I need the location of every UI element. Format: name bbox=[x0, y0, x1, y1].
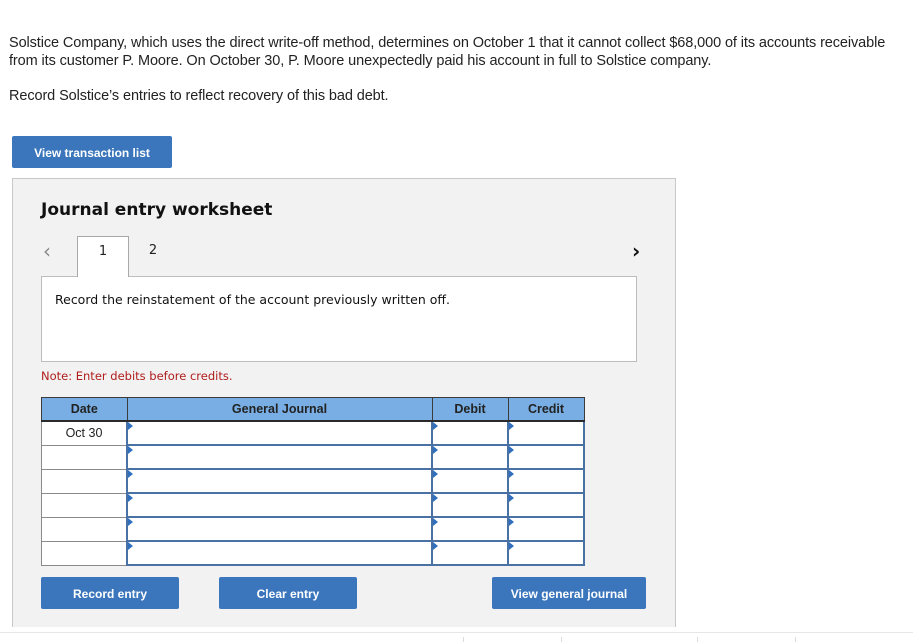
credit-field-cell bbox=[507, 540, 585, 566]
account-field-cell bbox=[126, 444, 433, 470]
account-field-cell bbox=[126, 420, 433, 446]
account-field[interactable] bbox=[128, 447, 431, 467]
row-date bbox=[41, 444, 128, 470]
credit-field-cell bbox=[507, 492, 585, 518]
footer-divider-tick bbox=[463, 637, 464, 642]
dropdown-marker-icon bbox=[433, 542, 438, 550]
view-general-journal-button[interactable]: View general journal bbox=[492, 577, 646, 609]
row-date bbox=[41, 492, 128, 518]
debit-field-cell bbox=[431, 444, 509, 470]
credit-field-cell bbox=[507, 516, 585, 542]
dropdown-marker-icon bbox=[433, 494, 438, 502]
dropdown-marker-icon bbox=[433, 422, 438, 430]
credit-field-cell bbox=[507, 468, 585, 494]
debit-field[interactable] bbox=[433, 543, 507, 563]
clear-entry-button[interactable]: Clear entry bbox=[219, 577, 357, 609]
journal-table: Date General Journal Debit Credit Oct 30 bbox=[41, 397, 585, 566]
header-general-journal: General Journal bbox=[126, 397, 433, 422]
dropdown-marker-icon bbox=[128, 542, 133, 550]
footer-divider-tick bbox=[561, 637, 562, 642]
account-field-cell bbox=[126, 540, 433, 566]
footer-divider-tick bbox=[795, 637, 796, 642]
credit-field[interactable] bbox=[509, 519, 583, 539]
dropdown-marker-icon bbox=[128, 446, 133, 454]
entry-instruction-text: Record the reinstatement of the account … bbox=[55, 292, 450, 307]
chevron-left-icon[interactable]: ‹ bbox=[43, 239, 51, 263]
dropdown-marker-icon bbox=[433, 446, 438, 454]
header-debit: Debit bbox=[431, 397, 509, 422]
credit-field[interactable] bbox=[509, 447, 583, 467]
debit-field[interactable] bbox=[433, 447, 507, 467]
dropdown-marker-icon bbox=[509, 470, 514, 478]
dropdown-marker-icon bbox=[509, 446, 514, 454]
dropdown-marker-icon bbox=[509, 518, 514, 526]
debit-field[interactable] bbox=[433, 519, 507, 539]
dropdown-marker-icon bbox=[128, 494, 133, 502]
credit-field-cell bbox=[507, 420, 585, 446]
record-entry-button[interactable]: Record entry bbox=[41, 577, 179, 609]
problem-text: Solstice Company, which uses the direct … bbox=[9, 35, 886, 69]
view-transaction-list-button[interactable]: View transaction list bbox=[12, 136, 172, 168]
tab-entry-2[interactable]: 2 bbox=[128, 236, 178, 276]
credit-field[interactable] bbox=[509, 543, 583, 563]
header-date: Date bbox=[41, 397, 128, 422]
problem-instruction: Record Solstice’s entries to reflect rec… bbox=[9, 88, 389, 104]
row-date bbox=[41, 468, 128, 494]
credit-field-cell bbox=[507, 444, 585, 470]
credit-field[interactable] bbox=[509, 471, 583, 491]
row-date: Oct 30 bbox=[41, 420, 128, 446]
dropdown-marker-icon bbox=[433, 518, 438, 526]
debit-field-cell bbox=[431, 516, 509, 542]
account-field[interactable] bbox=[128, 495, 431, 515]
debit-field-cell bbox=[431, 420, 509, 446]
credit-field[interactable] bbox=[509, 423, 583, 443]
debit-field-cell bbox=[431, 540, 509, 566]
chevron-right-icon[interactable]: › bbox=[632, 239, 640, 263]
dropdown-marker-icon bbox=[433, 470, 438, 478]
journal-row bbox=[41, 444, 585, 470]
dropdown-marker-icon bbox=[509, 542, 514, 550]
dropdown-marker-icon bbox=[509, 422, 514, 430]
row-date bbox=[41, 516, 128, 542]
problem-statement: Solstice Company, which uses the direct … bbox=[9, 34, 909, 105]
debit-field-cell bbox=[431, 492, 509, 518]
journal-entry-worksheet: Journal entry worksheet ‹ 1 2 › Record t… bbox=[12, 178, 676, 627]
dropdown-marker-icon bbox=[509, 494, 514, 502]
account-field[interactable] bbox=[128, 423, 431, 443]
dropdown-marker-icon bbox=[128, 470, 133, 478]
account-field-cell bbox=[126, 492, 433, 518]
debit-field[interactable] bbox=[433, 471, 507, 491]
dropdown-marker-icon bbox=[128, 422, 133, 430]
journal-row bbox=[41, 492, 585, 518]
worksheet-title: Journal entry worksheet bbox=[41, 200, 273, 220]
row-date bbox=[41, 540, 128, 566]
debit-field[interactable] bbox=[433, 423, 507, 443]
footer-divider bbox=[0, 632, 913, 633]
journal-header-row: Date General Journal Debit Credit bbox=[41, 397, 585, 422]
entry-instruction-box: Record the reinstatement of the account … bbox=[41, 276, 637, 362]
journal-row bbox=[41, 516, 585, 542]
dropdown-marker-icon bbox=[128, 518, 133, 526]
account-field[interactable] bbox=[128, 543, 431, 563]
header-credit: Credit bbox=[507, 397, 585, 422]
tab-entry-1[interactable]: 1 bbox=[77, 236, 129, 277]
account-field-cell bbox=[126, 516, 433, 542]
account-field-cell bbox=[126, 468, 433, 494]
journal-row bbox=[41, 468, 585, 494]
debits-note: Note: Enter debits before credits. bbox=[41, 369, 233, 383]
journal-row bbox=[41, 540, 585, 566]
account-field[interactable] bbox=[128, 471, 431, 491]
debit-field-cell bbox=[431, 468, 509, 494]
debit-field[interactable] bbox=[433, 495, 507, 515]
footer-divider-tick bbox=[697, 637, 698, 642]
account-field[interactable] bbox=[128, 519, 431, 539]
credit-field[interactable] bbox=[509, 495, 583, 515]
journal-row: Oct 30 bbox=[41, 420, 585, 446]
